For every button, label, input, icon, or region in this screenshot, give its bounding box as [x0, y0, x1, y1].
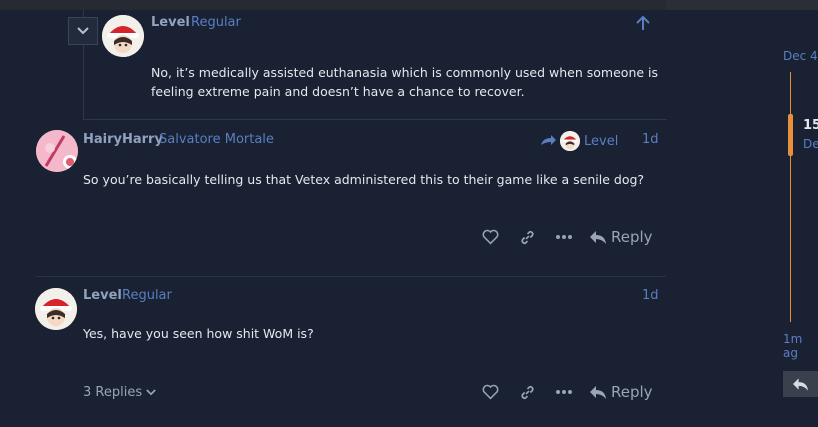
post2-date[interactable]: 1d	[642, 288, 659, 303]
embedded-post-text: No, it’s medically assisted euthanasia w…	[151, 63, 658, 101]
ellipsis-icon	[556, 235, 572, 239]
chevron-down-icon	[146, 389, 156, 396]
collapse-button[interactable]	[68, 17, 98, 45]
reply-to-avatar	[560, 131, 580, 151]
jump-to-post-button[interactable]	[636, 15, 650, 35]
post2-reply-label: Reply	[611, 383, 653, 401]
avatar-level[interactable]	[35, 288, 77, 330]
timeline-current-date: De	[803, 137, 818, 151]
embedded-text-line-2: feeling extreme pain and doesn’t have a …	[151, 84, 525, 99]
avatar-hairyharry[interactable]	[36, 130, 78, 172]
post1-text: So you’re basically telling us that Vete…	[83, 172, 645, 187]
post2-more-button[interactable]	[556, 390, 572, 394]
post2-link-button[interactable]	[519, 384, 536, 401]
timeline-track[interactable]	[790, 72, 791, 322]
post2-replies-toggle[interactable]: 3 Replies	[83, 385, 156, 400]
post1-link-button[interactable]	[519, 229, 536, 246]
post1-username[interactable]: HairyHarry	[83, 132, 163, 147]
post1-date[interactable]: 1d	[642, 132, 659, 147]
post1-more-button[interactable]	[556, 235, 572, 239]
timeline-current-number: 15	[803, 118, 818, 133]
post-separator	[36, 276, 666, 277]
arrow-up-icon	[636, 15, 650, 30]
link-icon	[521, 230, 534, 244]
embedded-username[interactable]: Level	[151, 15, 190, 30]
post1-reply-label: Reply	[611, 228, 653, 246]
avatar-level-embedded[interactable]	[102, 15, 144, 57]
post1-reply-to[interactable]: Level	[540, 131, 618, 151]
reply-icon	[590, 230, 606, 244]
timeline-start-date[interactable]: Dec 4	[783, 49, 818, 63]
chevron-down-icon	[77, 27, 89, 35]
reply-to-username: Level	[584, 133, 619, 149]
heart-icon	[482, 229, 499, 245]
ellipsis-icon	[556, 390, 572, 394]
post2-like-button[interactable]	[482, 384, 499, 400]
post2-replies-label: 3 Replies	[83, 385, 143, 400]
back-arrow-icon	[793, 377, 808, 391]
embedded-user-title: Regular	[191, 15, 241, 30]
reply-icon	[590, 385, 606, 399]
timeline-handle[interactable]	[788, 114, 793, 156]
post2-text: Yes, have you seen how shit WoM is?	[83, 326, 314, 341]
reply-to-arrow-icon	[541, 135, 556, 145]
post2-reply-button[interactable]: Reply	[590, 383, 653, 401]
post2-username[interactable]: Level	[83, 288, 122, 303]
post1-like-button[interactable]	[482, 229, 499, 245]
post1-actions: Reply	[482, 228, 653, 246]
timeline-back-button[interactable]	[783, 371, 818, 397]
post1-user-title: Salvatore Mortale	[159, 132, 274, 147]
embedded-text-line-1: No, it’s medically assisted euthanasia w…	[151, 65, 659, 80]
timeline-end-date[interactable]: 1m ag	[783, 332, 818, 360]
post2-user-title: Regular	[122, 288, 172, 303]
top-bar	[0, 0, 818, 10]
post2-actions: Reply	[482, 383, 653, 401]
post1-reply-button[interactable]: Reply	[590, 228, 653, 246]
top-bar-main	[0, 0, 666, 10]
heart-icon	[482, 384, 499, 400]
link-icon	[521, 385, 534, 399]
